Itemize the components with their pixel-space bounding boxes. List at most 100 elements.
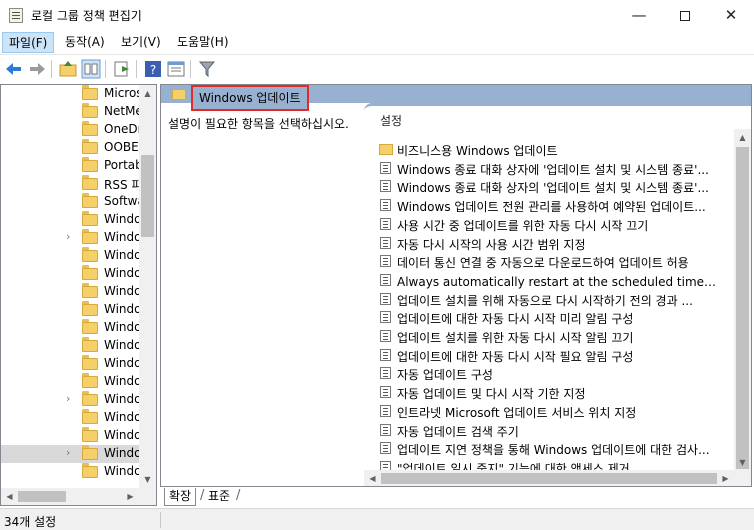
scroll-right-icon[interactable]: ▶: [717, 470, 734, 486]
tree-vertical-scrollbar[interactable]: ▲ ▼: [139, 85, 156, 488]
tree-horizontal-scrollbar[interactable]: ◀ ▶: [1, 488, 139, 505]
close-button[interactable]: ✕: [708, 0, 754, 31]
tab-standard[interactable]: 표준: [204, 488, 234, 506]
policy-setting-row[interactable]: 업데이트 설치를 위해 자동으로 다시 시작하기 전의 경과 ...: [364, 290, 724, 308]
scroll-right-icon[interactable]: ▶: [122, 488, 139, 505]
tree-item[interactable]: Windo: [1, 373, 142, 391]
policy-setting-row[interactable]: 자동 업데이트 및 다시 시작 기한 지정: [364, 383, 724, 401]
policy-setting-row[interactable]: Windows 업데이트 전원 관리를 사용하여 예약된 업데이트...: [364, 196, 724, 214]
minimize-button[interactable]: —: [616, 0, 662, 31]
menu-help[interactable]: 도움말(H): [171, 32, 235, 53]
tree-item[interactable]: › Windo: [1, 229, 142, 247]
back-arrow-icon[interactable]: [4, 59, 24, 79]
expand-chevron-icon[interactable]: ›: [66, 393, 76, 405]
expand-chevron-icon[interactable]: [66, 141, 76, 153]
tree-item[interactable]: Windo: [1, 427, 142, 445]
policy-setting-row[interactable]: 업데이트에 대한 자동 다시 시작 미리 알림 구성: [364, 308, 724, 326]
maximize-button[interactable]: [662, 0, 708, 31]
scroll-thumb[interactable]: [18, 491, 66, 502]
tree-item[interactable]: Windo: [1, 409, 142, 427]
scroll-up-icon[interactable]: ▲: [734, 129, 751, 146]
folder-icon: [82, 157, 98, 172]
expand-chevron-icon[interactable]: ›: [66, 231, 76, 243]
tree-item[interactable]: Windo: [1, 355, 142, 373]
expand-chevron-icon[interactable]: [66, 285, 76, 297]
tree-item[interactable]: Windo: [1, 463, 142, 481]
folder-icon: [82, 337, 98, 352]
tree-item[interactable]: NetMe: [1, 103, 143, 121]
policy-setting-row[interactable]: Windows 종료 대화 상자의 '업데이트 설치 및 시스템 종료'...: [364, 177, 724, 195]
column-header-setting[interactable]: 설정: [380, 112, 402, 129]
policy-setting-row[interactable]: 자동 다시 시작의 사용 시간 범위 지정: [364, 234, 724, 252]
tree-item[interactable]: › Windo: [1, 391, 142, 409]
policy-setting-row[interactable]: 데이터 통신 연결 중 자동으로 다운로드하여 업데이트 허용: [364, 252, 724, 270]
tree-item[interactable]: Windo: [1, 283, 142, 301]
tab-expanded[interactable]: 확장: [164, 488, 197, 506]
show-hide-tree-icon[interactable]: [81, 59, 101, 79]
expand-chevron-icon[interactable]: [66, 411, 76, 423]
tree-item[interactable]: Windo: [1, 211, 142, 229]
list-horizontal-scrollbar[interactable]: ◀ ▶: [364, 470, 734, 486]
tree-item[interactable]: Windo: [1, 247, 142, 265]
scroll-down-icon[interactable]: ▼: [139, 471, 156, 488]
tree-item[interactable]: Softwa: [1, 193, 145, 211]
policy-setting-row[interactable]: Always automatically restart at the sche…: [364, 271, 724, 289]
menu-action[interactable]: 동작(A): [59, 32, 111, 53]
expand-chevron-icon[interactable]: [66, 123, 76, 135]
policy-setting-row[interactable]: 업데이트에 대한 자동 다시 시작 필요 알림 구성: [364, 346, 724, 364]
properties-icon[interactable]: [166, 59, 186, 79]
list-vertical-scrollbar[interactable]: ▲ ▼: [734, 129, 751, 486]
tree-item[interactable]: Windo: [1, 337, 142, 355]
policy-setting-row[interactable]: Windows 종료 대화 상자에 '업데이트 설치 및 시스템 종료'...: [364, 159, 724, 177]
scroll-thumb[interactable]: [381, 473, 717, 484]
settings-folder-row[interactable]: 비즈니스용 Windows 업데이트: [364, 140, 724, 158]
help-icon[interactable]: ?: [143, 59, 163, 79]
expand-chevron-icon[interactable]: [66, 429, 76, 441]
expand-chevron-icon[interactable]: ›: [66, 447, 76, 459]
expand-chevron-icon[interactable]: [66, 159, 76, 171]
expand-chevron-icon[interactable]: [66, 303, 76, 315]
scroll-down-icon[interactable]: ▼: [734, 454, 751, 471]
expand-chevron-icon[interactable]: [66, 339, 76, 351]
expand-chevron-icon[interactable]: [66, 87, 76, 99]
expand-chevron-icon[interactable]: [66, 375, 76, 387]
expand-chevron-icon[interactable]: [66, 177, 76, 189]
expand-chevron-icon[interactable]: [66, 195, 76, 207]
export-list-icon[interactable]: [112, 59, 132, 79]
scroll-thumb[interactable]: [736, 147, 749, 469]
scroll-left-icon[interactable]: ◀: [1, 488, 18, 505]
menu-file[interactable]: 파일(F): [2, 32, 55, 53]
scroll-up-icon[interactable]: ▲: [139, 85, 156, 102]
expand-chevron-icon[interactable]: [66, 357, 76, 369]
filter-icon[interactable]: [197, 59, 217, 79]
expand-chevron-icon[interactable]: [66, 465, 76, 477]
expand-chevron-icon[interactable]: [66, 321, 76, 333]
expand-chevron-icon[interactable]: [66, 105, 76, 117]
expand-chevron-icon[interactable]: [66, 213, 76, 225]
forward-arrow-icon[interactable]: [27, 59, 47, 79]
expand-chevron-icon[interactable]: [66, 249, 76, 261]
expand-chevron-icon[interactable]: [66, 267, 76, 279]
scroll-thumb[interactable]: [141, 155, 154, 237]
policy-setting-row[interactable]: 자동 업데이트 검색 주기: [364, 421, 724, 439]
policy-setting-row[interactable]: 인트라넷 Microsoft 업데이트 서비스 위치 지정: [364, 402, 724, 420]
tree-item[interactable]: Windo: [1, 265, 142, 283]
tree-item[interactable]: Portab: [1, 157, 143, 175]
tree-item[interactable]: › Windo: [1, 445, 142, 463]
tree-item[interactable]: Windo: [1, 319, 142, 337]
policy-setting-row[interactable]: 사용 시간 중 업데이트를 위한 자동 다시 시작 끄기: [364, 215, 724, 233]
policy-setting-row[interactable]: 업데이트 지연 정책을 통해 Windows 업데이트에 대한 검사...: [364, 439, 724, 457]
tree-item-label: Windo: [104, 302, 142, 316]
up-folder-icon[interactable]: [58, 59, 78, 79]
policy-setting-row[interactable]: 업데이트 설치를 위한 자동 다시 시작 알림 끄기: [364, 327, 724, 345]
menu-view[interactable]: 보기(V): [115, 32, 167, 53]
tree-item[interactable]: OneDr: [1, 121, 143, 139]
scroll-left-icon[interactable]: ◀: [364, 470, 381, 486]
policy-setting-icon: [380, 367, 391, 380]
tree-item[interactable]: Micros: [1, 85, 143, 103]
tree-item[interactable]: OOBE: [1, 139, 139, 157]
tree-item[interactable]: Windo: [1, 301, 142, 319]
policy-setting-row[interactable]: 자동 업데이트 구성: [364, 364, 724, 382]
tree-item[interactable]: RSS 피: [1, 175, 142, 193]
folder-icon: [82, 139, 98, 154]
